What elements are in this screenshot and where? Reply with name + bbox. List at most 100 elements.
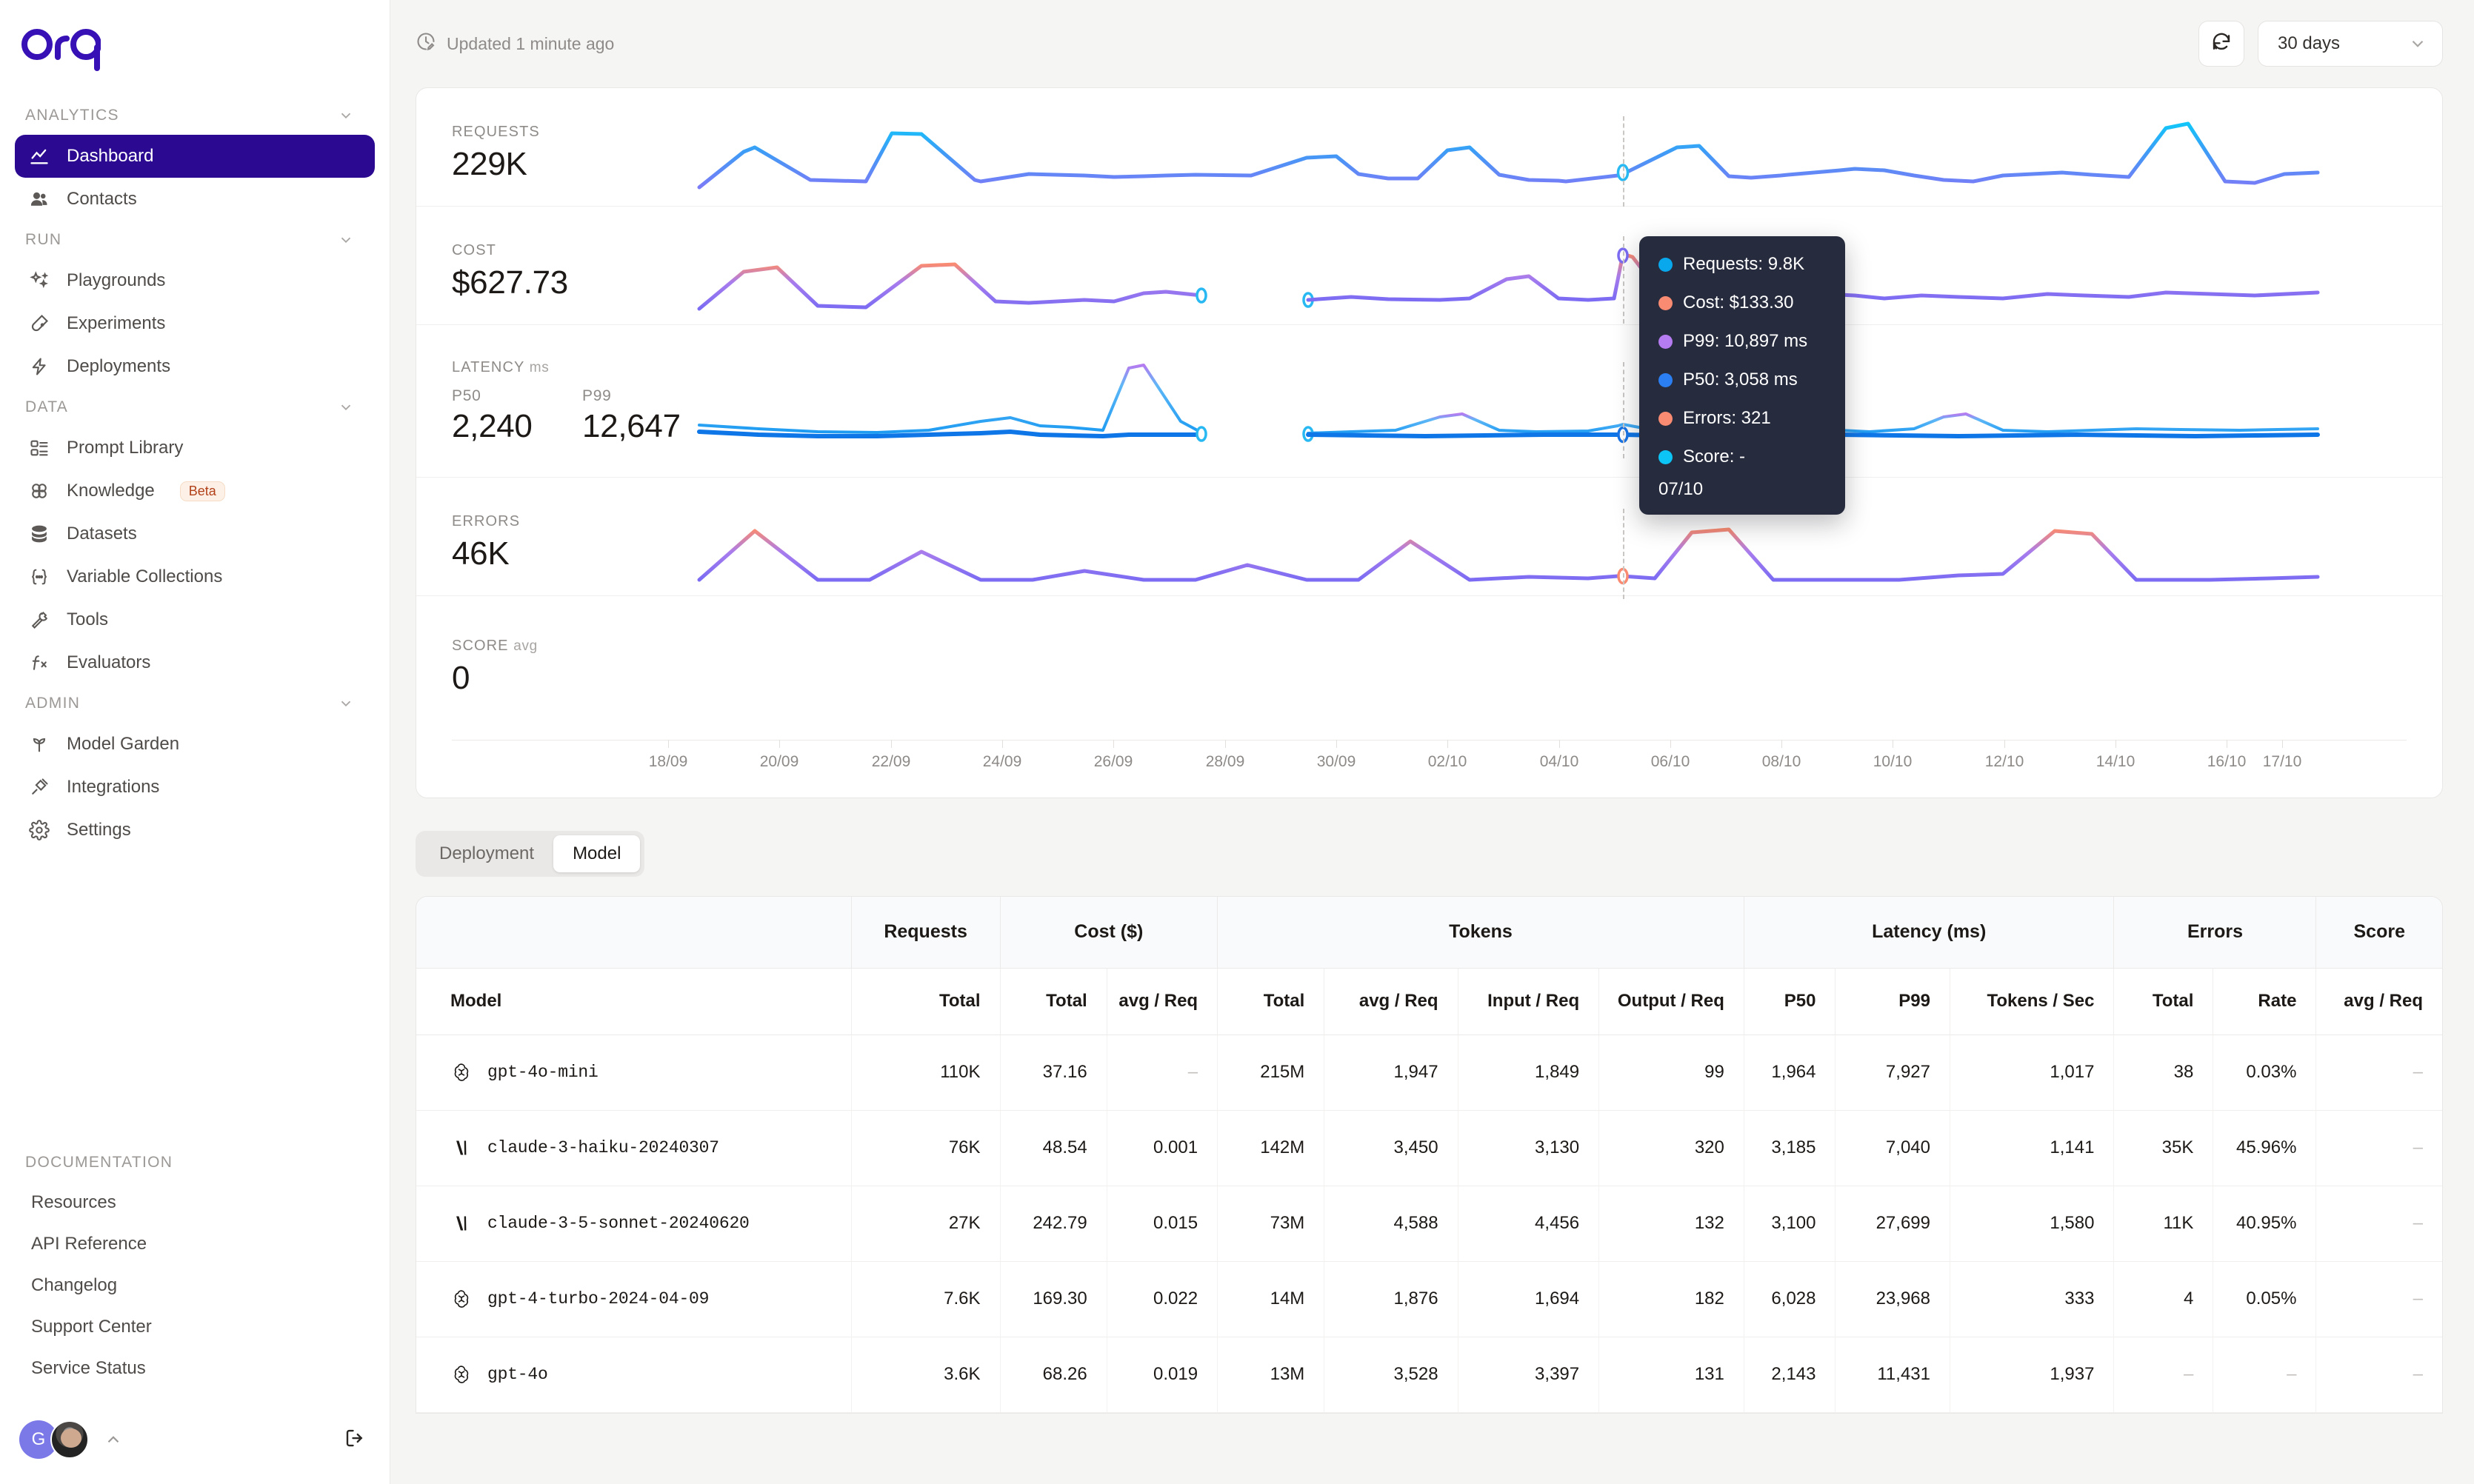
table-row[interactable]: gpt-4-turbo-2024-04-09 7.6K 169.30 0.022… bbox=[416, 1261, 2442, 1337]
sidebar-item-playgrounds[interactable]: Playgrounds bbox=[15, 259, 375, 302]
cell-errors-total: 4 bbox=[2113, 1261, 2214, 1337]
cell-tokens-avg-req: 3,450 bbox=[1324, 1110, 1458, 1186]
col-header-cost-total[interactable]: Total bbox=[1000, 968, 1107, 1035]
col-header-requests-total[interactable]: Total bbox=[851, 968, 1001, 1035]
sidebar-item-label: Variable Collections bbox=[67, 566, 223, 586]
cell-latency-p50: 2,143 bbox=[1744, 1337, 1836, 1413]
col-header-errors-rate[interactable]: Rate bbox=[2213, 968, 2317, 1035]
tab-deployment[interactable]: Deployment bbox=[420, 835, 553, 872]
col-header-latency-p99[interactable]: P99 bbox=[1835, 968, 1950, 1035]
cell-latency-p99: 7,927 bbox=[1835, 1035, 1950, 1111]
cell-score-avg-req: – bbox=[2315, 1337, 2442, 1413]
chevron-up-icon[interactable] bbox=[104, 1430, 123, 1449]
sidebar-section-analytics[interactable]: ANALYTICS bbox=[0, 96, 390, 135]
axis-tick-label: 22/09 bbox=[871, 753, 911, 770]
openai-logo-icon bbox=[450, 1288, 473, 1310]
doc-item-resources[interactable]: Resources bbox=[0, 1182, 390, 1223]
cell-tokens-avg-req: 1,947 bbox=[1324, 1035, 1458, 1111]
table-group-header-row: Requests Cost ($) Tokens Latency (ms) Er… bbox=[416, 897, 2442, 969]
sidebar-item-settings[interactable]: Settings bbox=[15, 809, 375, 852]
sidebar-section-label: ADMIN bbox=[25, 695, 81, 712]
chevron-down-icon bbox=[338, 695, 354, 712]
sidebar-item-knowledge[interactable]: Knowledge Beta bbox=[15, 469, 375, 512]
tooltip-row: Cost: $133.30 bbox=[1658, 293, 1826, 313]
model-metrics-table: Requests Cost ($) Tokens Latency (ms) Er… bbox=[416, 896, 2443, 1414]
group-header-requests: Requests bbox=[851, 897, 1001, 969]
gear-icon bbox=[28, 819, 50, 841]
table-row[interactable]: claude-3-5-sonnet-20240620 27K 242.79 0.… bbox=[416, 1186, 2442, 1262]
sidebar-section-data[interactable]: DATA bbox=[0, 388, 390, 427]
cell-tokens-total: 215M bbox=[1217, 1035, 1325, 1111]
cost-segment-end-point bbox=[1196, 287, 1207, 304]
sidebar-item-dashboard[interactable]: Dashboard bbox=[15, 135, 375, 178]
refresh-button[interactable] bbox=[2198, 21, 2244, 67]
doc-item-support-center[interactable]: Support Center bbox=[0, 1306, 390, 1348]
table-row[interactable]: gpt-4o-mini 110K 37.16 – 215M 1,947 1,84… bbox=[416, 1035, 2442, 1111]
cell-model: gpt-4o-mini bbox=[416, 1035, 852, 1111]
col-header-tokens-per-sec[interactable]: Tokens / Sec bbox=[1950, 968, 2115, 1035]
sprout-icon bbox=[28, 733, 50, 755]
col-header-score-avg-req[interactable]: avg / Req bbox=[2315, 968, 2442, 1035]
sidebar-item-model-garden[interactable]: Model Garden bbox=[15, 723, 375, 766]
wrench-icon bbox=[28, 609, 50, 631]
latency-p50-value: 2,240 bbox=[452, 408, 533, 444]
tooltip-text-p99: P99: 10,897 ms bbox=[1683, 331, 1808, 351]
cell-tokens-avg-req: 1,876 bbox=[1324, 1261, 1458, 1337]
cell-score-avg-req: – bbox=[2315, 1261, 2442, 1337]
logout-icon[interactable] bbox=[344, 1427, 366, 1453]
table-row[interactable]: gpt-4o 3.6K 68.26 0.019 13M 3,528 3,397 … bbox=[416, 1337, 2442, 1413]
doc-item-changelog[interactable]: Changelog bbox=[0, 1265, 390, 1306]
metric-label-text: ERRORS bbox=[452, 513, 521, 529]
updated-status: Updated 1 minute ago bbox=[416, 31, 614, 56]
sidebar-section-admin[interactable]: ADMIN bbox=[0, 684, 390, 723]
tooltip-dot-p99 bbox=[1658, 334, 1673, 349]
col-header-cost-avg-req[interactable]: avg / Req bbox=[1107, 968, 1218, 1035]
axis-tick-label: 14/10 bbox=[2095, 753, 2135, 770]
sidebar-item-datasets[interactable]: Datasets bbox=[15, 512, 375, 555]
chevron-down-icon bbox=[2408, 34, 2427, 53]
sparkline-requests bbox=[697, 98, 2320, 201]
chart-x-axis: 18/09 20/09 22/09 24/09 26/09 28/09 30/0… bbox=[416, 740, 2442, 798]
axis-tick-label: 16/10 bbox=[2207, 753, 2247, 770]
tooltip-dot-errors bbox=[1658, 411, 1673, 426]
col-header-tokens-input-req[interactable]: Input / Req bbox=[1458, 968, 1600, 1035]
sidebar-item-tools[interactable]: Tools bbox=[15, 598, 375, 641]
sidebar-section-run[interactable]: RUN bbox=[0, 221, 390, 259]
sidebar-item-integrations[interactable]: Integrations bbox=[15, 766, 375, 809]
doc-item-service-status[interactable]: Service Status bbox=[0, 1348, 390, 1389]
tab-model[interactable]: Model bbox=[553, 835, 641, 872]
line-chart-icon bbox=[28, 145, 50, 167]
sidebar-item-label: Tools bbox=[67, 609, 109, 629]
date-range-select[interactable]: 30 days bbox=[2258, 21, 2443, 67]
cell-errors-rate: 40.95% bbox=[2213, 1186, 2317, 1262]
user-avatar[interactable] bbox=[50, 1420, 89, 1459]
metric-row-score bbox=[416, 596, 2442, 741]
metric-value-cost: $627.73 bbox=[452, 264, 568, 301]
table-row[interactable]: claude-3-haiku-20240307 76K 48.54 0.001 … bbox=[416, 1110, 2442, 1186]
sidebar-item-evaluators[interactable]: Evaluators bbox=[15, 641, 375, 684]
sidebar-item-variable-collections[interactable]: Variable Collections bbox=[15, 555, 375, 598]
doc-item-api-reference[interactable]: API Reference bbox=[0, 1223, 390, 1265]
sidebar-documentation: DOCUMENTATION Resources API Reference Ch… bbox=[0, 1143, 390, 1395]
tooltip-text-p50: P50: 3,058 ms bbox=[1683, 370, 1798, 390]
sidebar-item-experiments[interactable]: Experiments bbox=[15, 302, 375, 345]
sidebar-item-prompt-library[interactable]: Prompt Library bbox=[15, 427, 375, 469]
col-header-tokens-output-req[interactable]: Output / Req bbox=[1598, 968, 1744, 1035]
cell-tokens-per-sec: 1,017 bbox=[1950, 1035, 2115, 1111]
sidebar-item-deployments[interactable]: Deployments bbox=[15, 345, 375, 388]
col-header-tokens-avg-req[interactable]: avg / Req bbox=[1324, 968, 1458, 1035]
cell-tokens-output-req: 182 bbox=[1598, 1261, 1744, 1337]
updated-text: Updated 1 minute ago bbox=[447, 33, 615, 53]
database-icon bbox=[28, 523, 50, 545]
sidebar-item-contacts[interactable]: Contacts bbox=[15, 178, 375, 221]
col-header-tokens-total[interactable]: Total bbox=[1217, 968, 1325, 1035]
col-header-latency-p50[interactable]: P50 bbox=[1744, 968, 1836, 1035]
topbar: Updated 1 minute ago 30 days bbox=[390, 0, 2474, 87]
sidebar-section-label: ANALYTICS bbox=[25, 107, 119, 124]
col-header-errors-total[interactable]: Total bbox=[2113, 968, 2214, 1035]
avatar-stack[interactable]: G bbox=[19, 1420, 89, 1459]
tooltip-dot-p50 bbox=[1658, 372, 1673, 387]
col-header-model[interactable]: Model bbox=[416, 968, 852, 1035]
brand-logo[interactable] bbox=[0, 0, 390, 89]
cell-errors-total: – bbox=[2113, 1337, 2214, 1413]
